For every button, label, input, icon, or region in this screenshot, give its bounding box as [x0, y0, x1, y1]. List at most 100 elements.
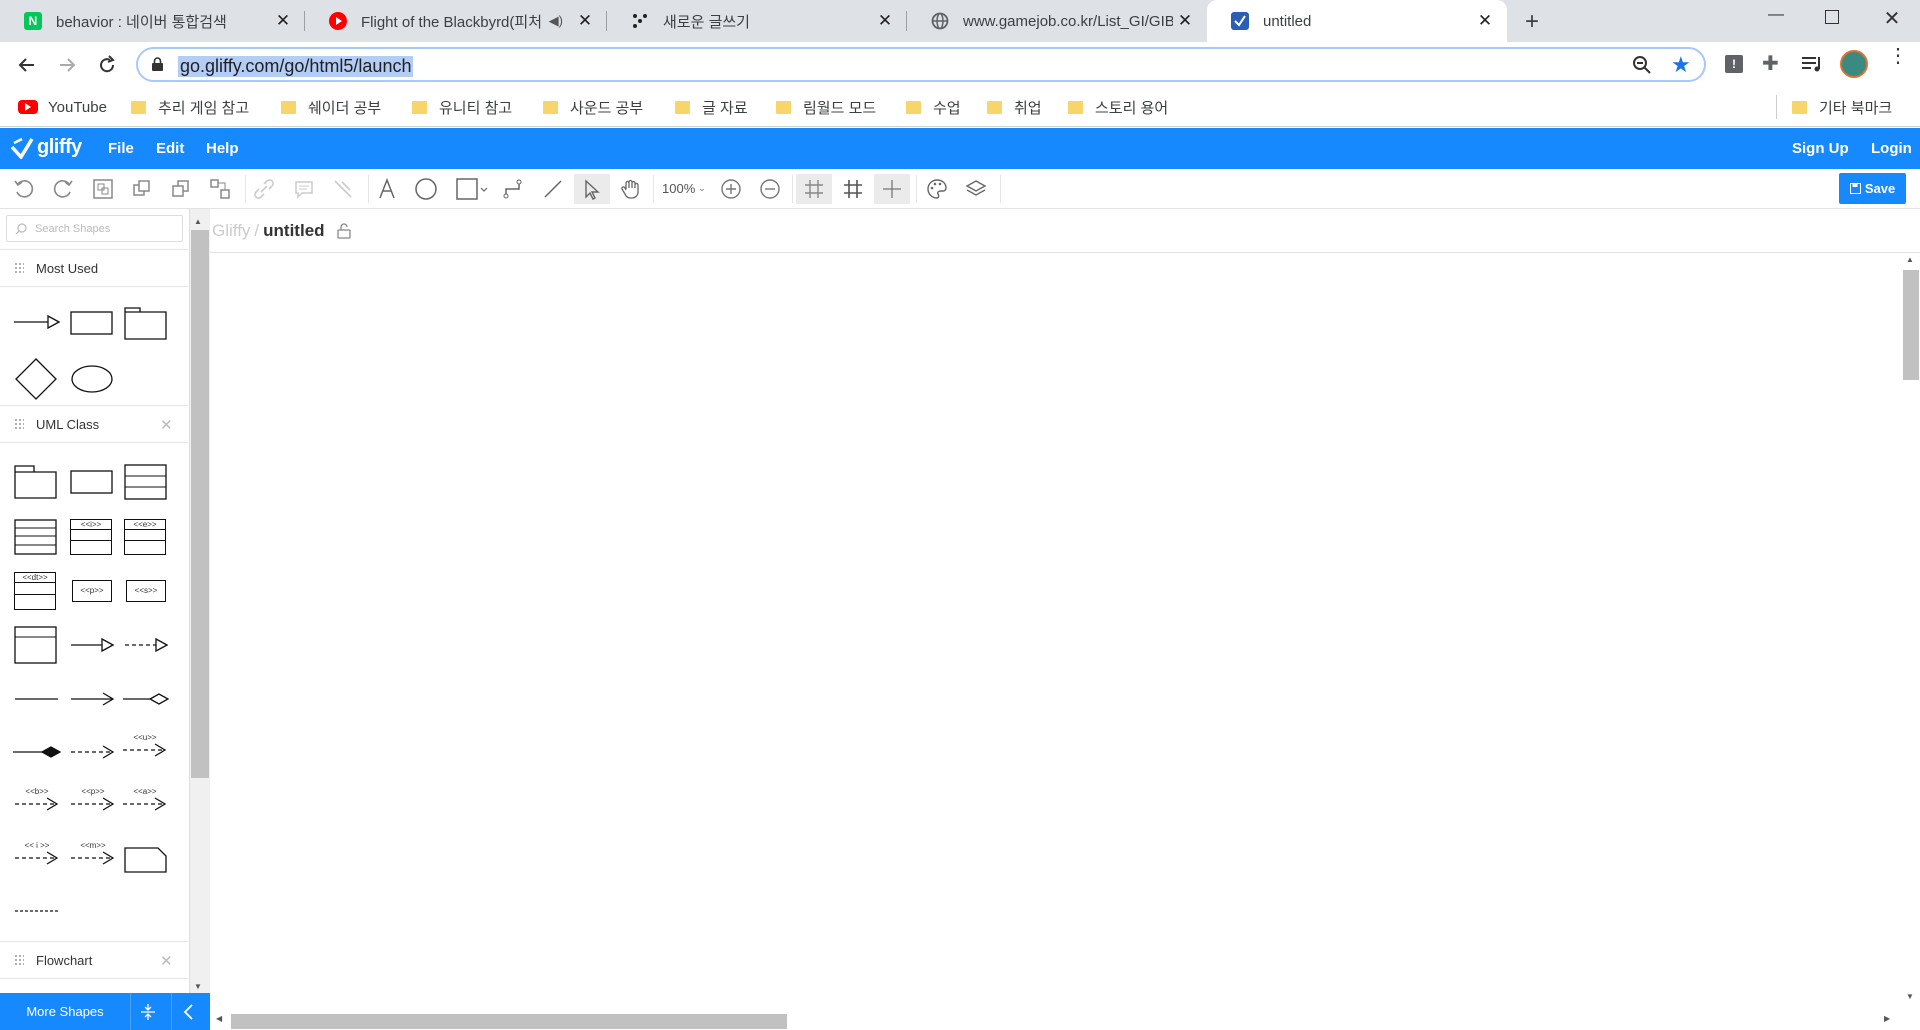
menu-help[interactable]: Help: [206, 140, 239, 157]
uml-dependency-shape[interactable]: [70, 744, 116, 760]
layers-icon[interactable]: [961, 174, 991, 204]
tab-gamejob[interactable]: www.gamejob.co.kr/List_GI/GIB_ ✕: [907, 0, 1207, 42]
tab-naver[interactable]: N behavior : 네이버 통합검색 ✕: [0, 0, 305, 42]
uml-directed-association-shape[interactable]: [70, 691, 116, 707]
uml-generalization-shape[interactable]: [70, 637, 114, 653]
uml-bind-dependency-shape[interactable]: <<b>>: [14, 787, 60, 817]
breadcrumb-root[interactable]: Gliffy: [212, 221, 250, 241]
document-title[interactable]: untitled: [263, 221, 324, 241]
tab-youtube-music[interactable]: Flight of the Blackbyrd(피처 ◀) ✕: [305, 0, 607, 42]
bookmark-folder[interactable]: 취업: [987, 95, 1042, 119]
uml-association-shape[interactable]: [14, 691, 60, 707]
uml-use-dependency-shape[interactable]: <<u>>: [122, 733, 168, 763]
bookmark-folder[interactable]: 쉐이더 공부: [281, 95, 381, 119]
line-tool-icon[interactable]: [538, 174, 568, 204]
group-icon[interactable]: [88, 174, 118, 204]
text-tool-icon[interactable]: [372, 174, 402, 204]
uml-note-box-shape[interactable]: [14, 625, 58, 665]
minimize-icon[interactable]: —: [1764, 6, 1788, 30]
scroll-up-icon[interactable]: ▲: [1906, 255, 1914, 264]
arrow-shape[interactable]: [12, 310, 60, 334]
forward-icon[interactable]: [52, 50, 82, 80]
scroll-right-icon[interactable]: ▶: [1884, 1014, 1890, 1023]
puzzle-icon[interactable]: ✚: [1762, 51, 1779, 76]
scroll-down-icon[interactable]: ▼: [1906, 992, 1914, 1001]
uml-merge-dependency-shape[interactable]: <<m>>: [70, 841, 116, 871]
uml-dashed-line-shape[interactable]: [14, 906, 60, 916]
sidebar-scrollbar[interactable]: ▲ ▼: [190, 209, 210, 993]
canvas-horizontal-scrollbar[interactable]: ◀ ▶: [210, 1010, 1898, 1030]
scrollbar-thumb[interactable]: [1903, 270, 1919, 380]
bookmark-folder[interactable]: 추리 게임 참고: [131, 95, 249, 119]
ellipse-shape[interactable]: [70, 364, 114, 394]
speaker-icon[interactable]: ◀): [549, 13, 563, 29]
snap-to-grid-icon[interactable]: [796, 174, 832, 204]
bring-forward-icon[interactable]: [127, 174, 157, 204]
format-painter-icon[interactable]: [328, 174, 358, 204]
section-most-used[interactable]: Most Used: [0, 249, 188, 287]
close-tab-icon[interactable]: ✕: [1173, 9, 1197, 33]
uml-package-shape[interactable]: [14, 464, 58, 500]
uml-permit-dependency-shape[interactable]: <<p>>: [70, 787, 116, 817]
close-tab-icon[interactable]: ✕: [271, 9, 295, 33]
scroll-up-icon[interactable]: ▲: [194, 217, 202, 226]
uml-class-list-shape[interactable]: [14, 519, 58, 555]
more-shapes-button[interactable]: More Shapes: [0, 993, 130, 1030]
avatar[interactable]: [1840, 50, 1868, 78]
close-tab-icon[interactable]: ✕: [873, 9, 897, 33]
close-tab-icon[interactable]: ✕: [573, 9, 597, 33]
undo-icon[interactable]: [9, 174, 39, 204]
close-section-icon[interactable]: ✕: [160, 416, 173, 434]
canvas-vertical-scrollbar[interactable]: ▲ ▼: [1900, 254, 1920, 1008]
diamond-shape[interactable]: [14, 357, 58, 401]
new-tab-icon[interactable]: +: [1518, 8, 1546, 36]
search-shapes-input[interactable]: Search Shapes: [6, 215, 183, 242]
grid-icon[interactable]: [838, 174, 868, 204]
bookmark-other[interactable]: 기타 북마크: [1792, 95, 1892, 119]
drawing-canvas[interactable]: [210, 254, 1898, 1008]
restore-icon[interactable]: [1825, 10, 1839, 24]
media-control-icon[interactable]: [1801, 54, 1823, 79]
bookmark-folder[interactable]: 유니티 참고: [412, 95, 512, 119]
tab-new-post[interactable]: 새로운 글쓰기 ✕: [607, 0, 907, 42]
uml-composition-shape[interactable]: [12, 744, 62, 760]
zoom-select[interactable]: 100% ⌄: [662, 181, 706, 196]
unlock-icon[interactable]: [336, 222, 351, 239]
url-text[interactable]: go.gliffy.com/go/html5/launch: [178, 56, 414, 77]
reload-icon[interactable]: [92, 50, 122, 80]
send-backward-icon[interactable]: [166, 174, 196, 204]
sign-up-link[interactable]: Sign Up: [1792, 140, 1849, 157]
bookmark-folder[interactable]: 사운드 공부: [543, 95, 643, 119]
scrollbar-thumb[interactable]: [191, 230, 209, 778]
collapse-sidebar-icon[interactable]: [179, 1002, 199, 1027]
scroll-left-icon[interactable]: ◀: [216, 1014, 222, 1023]
section-uml-class[interactable]: UML Class ✕: [0, 405, 188, 443]
bookmark-star-icon[interactable]: ★: [1671, 52, 1691, 78]
uml-access-dependency-shape[interactable]: <<a>>: [122, 787, 168, 817]
hand-tool-icon[interactable]: [616, 174, 646, 204]
bookmark-folder[interactable]: 림월드 모드: [776, 95, 876, 119]
kebab-menu-icon[interactable]: ⋮: [1888, 46, 1908, 66]
theme-palette-icon[interactable]: [922, 174, 952, 204]
drag-handle-icon[interactable]: [14, 262, 24, 274]
uml-class-shape[interactable]: [124, 464, 168, 500]
redo-icon[interactable]: [48, 174, 78, 204]
bookmark-youtube[interactable]: YouTube: [18, 95, 107, 119]
back-icon[interactable]: [12, 50, 42, 80]
drag-handle-icon[interactable]: [14, 418, 24, 430]
rectangle-tool-icon[interactable]: [452, 174, 492, 204]
uml-import-dependency-shape[interactable]: << i >>: [14, 841, 60, 871]
uml-datatype-shape[interactable]: <<dt>>: [14, 572, 56, 610]
collapse-all-icon[interactable]: [138, 1002, 158, 1027]
guides-icon[interactable]: [874, 174, 910, 204]
uml-signal-shape[interactable]: <<s>>: [126, 580, 166, 602]
link-icon[interactable]: [249, 174, 279, 204]
uml-primitive-shape[interactable]: <<p>>: [72, 580, 112, 602]
close-section-icon[interactable]: ✕: [160, 952, 173, 970]
scrollbar-thumb[interactable]: [231, 1014, 787, 1029]
zoom-in-icon[interactable]: [716, 174, 746, 204]
connector-tool-icon[interactable]: [498, 174, 528, 204]
scroll-down-icon[interactable]: ▼: [194, 982, 202, 991]
uml-note-shape[interactable]: [124, 846, 168, 874]
save-button[interactable]: Save: [1839, 173, 1906, 204]
